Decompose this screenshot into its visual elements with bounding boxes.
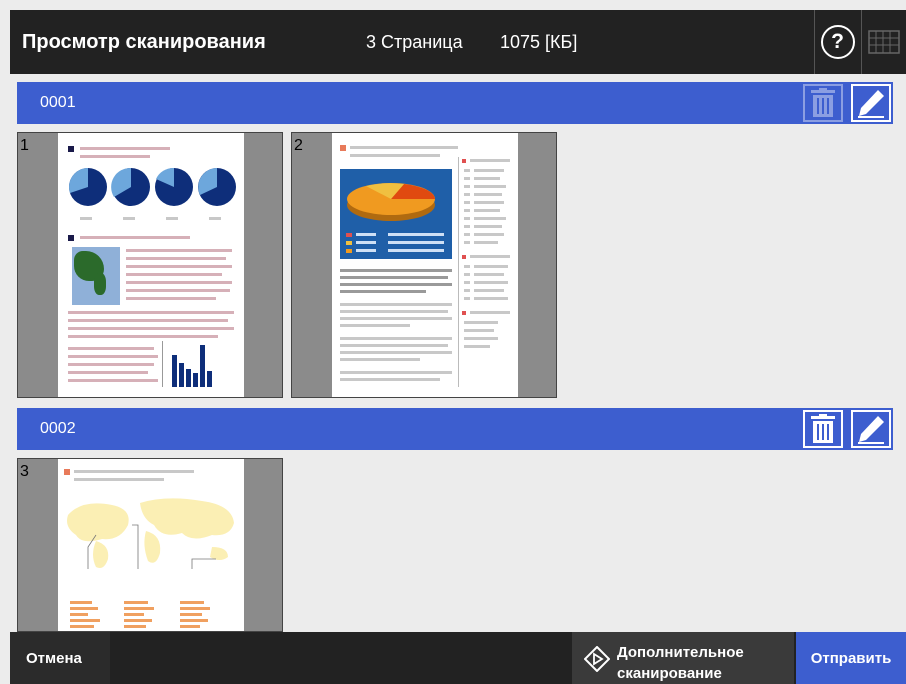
trash-icon [811, 88, 835, 117]
page-number: 1 [20, 137, 29, 154]
keyboard-icon [868, 30, 900, 54]
bottom-bar: Отмена Дополнительное сканирование Отпра… [10, 632, 906, 684]
pencil-icon [858, 90, 884, 118]
edit-group-button[interactable] [851, 84, 891, 122]
top-bar: Просмотр сканирования 3 Страница 1075 [К… [10, 10, 906, 74]
page-number: 2 [294, 137, 303, 154]
page-preview [58, 459, 244, 631]
trash-icon [811, 414, 835, 443]
scan-diamond-icon [584, 646, 610, 672]
cancel-button[interactable]: Отмена [10, 632, 110, 684]
page-preview [332, 133, 518, 397]
additional-scan-button[interactable]: Дополнительное сканирование [572, 632, 794, 684]
page-count: 3 Страница [366, 32, 463, 52]
page-thumbnail[interactable]: 2 [291, 132, 557, 398]
send-button[interactable]: Отправить [796, 632, 906, 684]
delete-group-button[interactable] [803, 410, 843, 448]
group-name: 0002 [40, 420, 76, 437]
page-number: 3 [20, 463, 29, 480]
file-size: 1075 [КБ] [500, 32, 578, 52]
page-thumbnail[interactable]: 3 [17, 458, 283, 632]
page-title: Просмотр сканирования [22, 31, 266, 53]
help-button[interactable]: ? [814, 10, 860, 74]
pencil-icon [858, 416, 884, 444]
additional-scan-label: Дополнительное сканирование [617, 644, 744, 682]
page-thumbnail[interactable]: 1 [17, 132, 283, 398]
group-bar-0001[interactable]: 0001 [17, 82, 893, 124]
group-name: 0001 [40, 94, 76, 111]
page-preview [58, 133, 244, 397]
keyboard-button[interactable] [861, 10, 906, 74]
group-bar-0002[interactable]: 0002 [17, 408, 893, 450]
edit-group-button[interactable] [851, 410, 891, 448]
delete-group-button[interactable] [803, 84, 843, 122]
help-icon: ? [820, 25, 855, 59]
